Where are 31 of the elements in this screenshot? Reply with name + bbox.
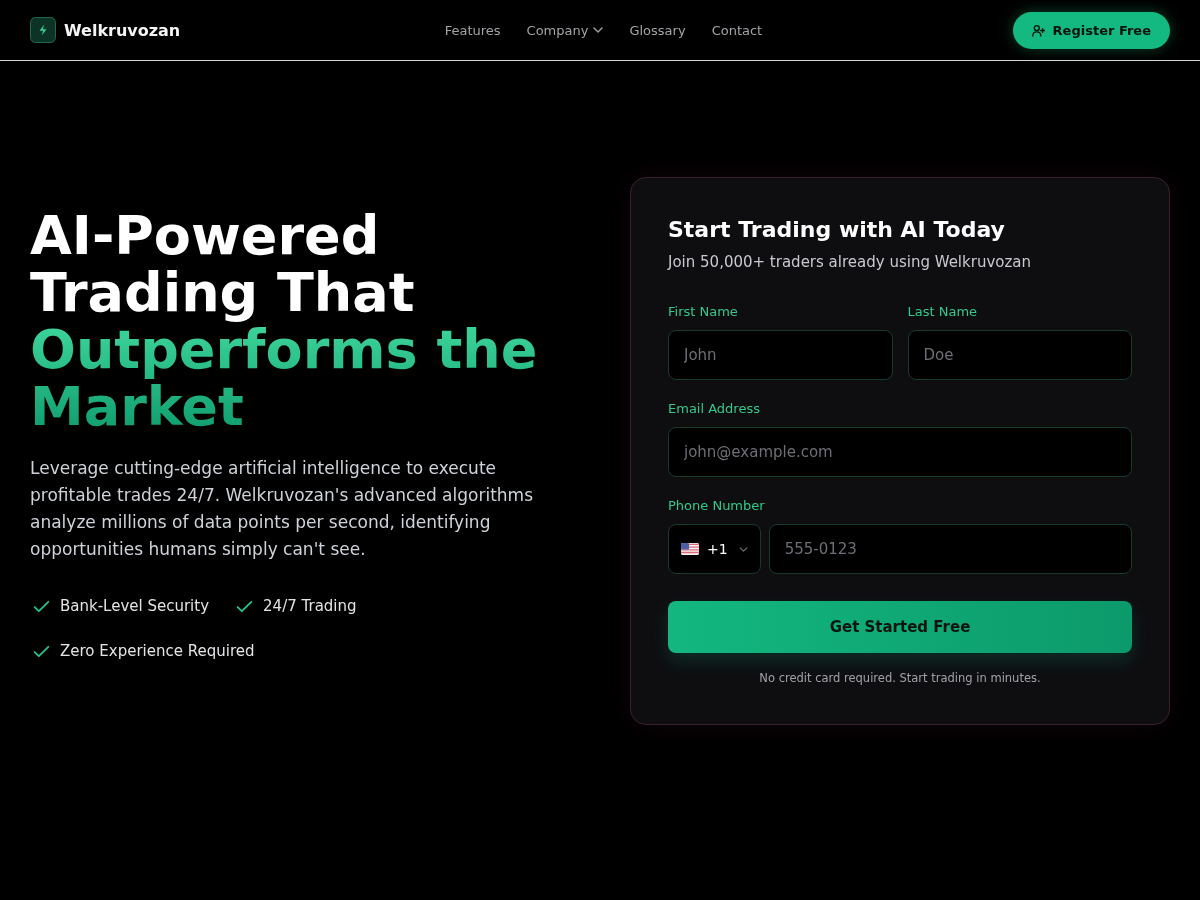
form-note: No credit card required. Start trading in minutes. bbox=[758, 670, 1042, 687]
register-button[interactable]: Register Free bbox=[1012, 11, 1170, 49]
check-icon bbox=[33, 599, 50, 613]
check-icon bbox=[236, 599, 254, 613]
check-icon bbox=[33, 644, 50, 658]
phone-input[interactable]: 555-0123 bbox=[768, 524, 1132, 574]
lightning-bolt-icon bbox=[30, 17, 56, 43]
chevron-down-icon bbox=[738, 546, 748, 552]
brand-name: Welkruvozan bbox=[64, 20, 181, 40]
flag-icon bbox=[681, 543, 699, 555]
nav-dropdown[interactable]: Company bbox=[526, 22, 604, 38]
country-code-select[interactable]: +1 bbox=[668, 524, 761, 574]
feature-label: Zero Experience Required bbox=[60, 641, 255, 662]
email-input[interactable]: john@example.com bbox=[668, 427, 1132, 477]
field-label: Last Name bbox=[907, 303, 979, 321]
nav-link[interactable]: Glossary bbox=[629, 22, 686, 38]
text-input[interactable]: John bbox=[668, 330, 893, 380]
text-input[interactable]: Doe bbox=[907, 330, 1132, 380]
field-label: Email Address bbox=[668, 400, 761, 418]
card-title: Start Trading with AI Today bbox=[668, 216, 1006, 244]
user-plus-icon bbox=[1031, 23, 1045, 37]
nav-link[interactable]: Features bbox=[444, 22, 501, 38]
feature-label: Bank-Level Security bbox=[60, 596, 210, 617]
card-subtitle: Join 50,000+ traders already using Welkruvozan bbox=[668, 252, 1032, 273]
get-started-button[interactable]: Get Started Free bbox=[668, 601, 1132, 653]
field-label: First Name bbox=[668, 303, 739, 321]
hero-description: Leverage cutting-edge artificial intelligence to execute profitable trades 24/7. Welkruvozan's advanced algorithms analyze millions of data points per second, identifying opportunities humans simply can't see. bbox=[30, 457, 535, 561]
chevron-down-icon bbox=[593, 27, 604, 33]
nav-link[interactable]: Contact bbox=[711, 22, 763, 38]
field-label: Phone Number bbox=[668, 497, 766, 515]
feature-label: 24/7 Trading bbox=[263, 596, 357, 617]
